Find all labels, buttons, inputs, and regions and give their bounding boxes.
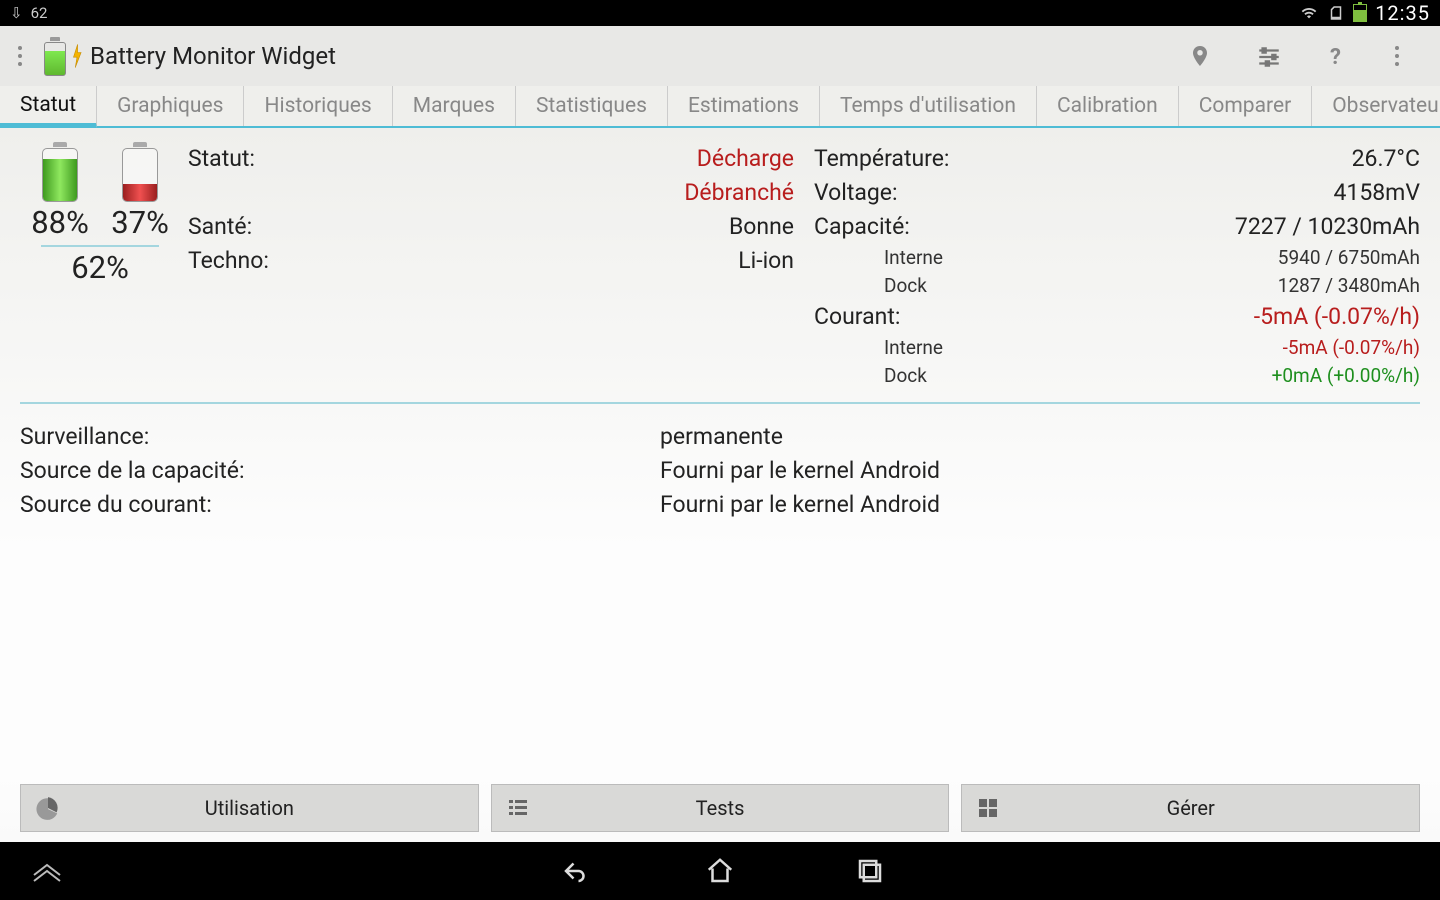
overflow-menu-icon[interactable] xyxy=(1392,44,1416,68)
utilisation-button[interactable]: Utilisation xyxy=(20,784,479,832)
value-plug: Débranché xyxy=(684,176,794,210)
expand-icon[interactable] xyxy=(30,859,64,883)
android-nav-bar xyxy=(0,842,1440,900)
value-sante: Bonne xyxy=(729,210,794,244)
value-capacite: 7227 / 10230mAh xyxy=(1235,210,1420,244)
tab-historiques[interactable]: Historiques xyxy=(244,86,392,126)
value-source-courant: Fourni par le kernel Android xyxy=(660,488,1420,522)
nav-home-button[interactable] xyxy=(705,856,735,886)
content-area: 88% 37% 62% Statut: Décharge Débranché Sa… xyxy=(0,128,1440,776)
value-techno: Li-ion xyxy=(738,244,794,278)
download-icon: ⇩ xyxy=(10,4,23,22)
label-capacite-dock: Dock xyxy=(884,272,927,300)
label-surveillance: Surveillance: xyxy=(20,420,660,454)
tab-bar: Statut Graphiques Historiques Marques St… xyxy=(0,86,1440,128)
label-courant-interne: Interne xyxy=(884,334,943,362)
tab-observateur[interactable]: Observateur xyxy=(1312,86,1440,126)
list-icon xyxy=(506,796,530,820)
label-courant: Courant: xyxy=(814,300,900,334)
tab-marques[interactable]: Marques xyxy=(393,86,516,126)
label-source-courant: Source du courant: xyxy=(20,488,660,522)
info-column-right: Température: 26.7°C Voltage: 4158mV Capaci… xyxy=(804,142,1420,390)
location-icon[interactable] xyxy=(1188,44,1212,68)
value-voltage: 4158mV xyxy=(1333,176,1420,210)
app-icon xyxy=(44,36,72,76)
grid-icon xyxy=(976,796,1000,820)
info-column-left: Statut: Décharge Débranché Santé: Bonne Te… xyxy=(188,142,804,390)
tab-statut[interactable]: Statut xyxy=(0,86,97,128)
nav-back-button[interactable] xyxy=(555,856,585,886)
value-courant: -5mA (-0.07%/h) xyxy=(1254,300,1420,334)
batteries-summary: 88% 37% 62% xyxy=(20,142,180,286)
label-statut: Statut: xyxy=(188,142,255,176)
value-capacite-dock: 1287 / 3480mAh xyxy=(1278,272,1420,300)
tab-comparer[interactable]: Comparer xyxy=(1179,86,1312,126)
label-source-capacite: Source de la capacité: xyxy=(20,454,660,488)
label-capacite: Capacité: xyxy=(814,210,910,244)
battery-charging-icon xyxy=(1353,4,1367,22)
status-temp: 62 xyxy=(31,4,48,22)
menu-dots-icon[interactable] xyxy=(10,36,30,76)
sim-icon xyxy=(1327,4,1345,22)
battery2-percent: 37% xyxy=(111,204,169,241)
help-icon[interactable]: ? xyxy=(1324,44,1348,68)
bottom-info: Surveillance:permanente Source de la cap… xyxy=(20,414,1420,522)
tab-estimations[interactable]: Estimations xyxy=(668,86,820,126)
label-sante: Santé: xyxy=(188,210,252,244)
settings-sliders-icon[interactable] xyxy=(1256,44,1280,68)
tab-temps-utilisation[interactable]: Temps d'utilisation xyxy=(820,86,1037,126)
battery2-icon xyxy=(120,142,160,202)
lightning-icon xyxy=(70,39,84,73)
value-courant-dock: +0mA (+0.00%/h) xyxy=(1272,362,1420,390)
value-capacite-interne: 5940 / 6750mAh xyxy=(1278,244,1420,272)
tests-label: Tests xyxy=(696,796,745,820)
clock: 12:35 xyxy=(1375,1,1430,25)
value-courant-interne: -5mA (-0.07%/h) xyxy=(1283,334,1420,362)
value-statut: Décharge xyxy=(697,142,794,176)
svg-text:?: ? xyxy=(1330,45,1341,68)
tab-calibration[interactable]: Calibration xyxy=(1037,86,1179,126)
tab-graphiques[interactable]: Graphiques xyxy=(97,86,244,126)
wifi-icon xyxy=(1299,5,1319,21)
label-techno: Techno: xyxy=(188,244,269,278)
label-voltage: Voltage: xyxy=(814,176,898,210)
bottom-button-bar: Utilisation Tests Gérer xyxy=(0,776,1440,842)
tests-button[interactable]: Tests xyxy=(491,784,950,832)
nav-recent-button[interactable] xyxy=(855,856,885,886)
utilisation-label: Utilisation xyxy=(205,796,294,820)
battery1-percent: 88% xyxy=(31,204,89,241)
app-title: Battery Monitor Widget xyxy=(90,42,336,70)
label-capacite-interne: Interne xyxy=(884,244,943,272)
battery1-icon xyxy=(40,142,80,202)
label-courant-dock: Dock xyxy=(884,362,927,390)
gerer-label: Gérer xyxy=(1167,796,1215,820)
pie-chart-icon xyxy=(35,795,61,821)
label-temperature: Température: xyxy=(814,142,950,176)
tab-statistiques[interactable]: Statistiques xyxy=(516,86,668,126)
value-source-capacite: Fourni par le kernel Android xyxy=(660,454,1420,488)
value-surveillance: permanente xyxy=(660,420,1420,454)
gerer-button[interactable]: Gérer xyxy=(961,784,1420,832)
battery-total-percent: 62% xyxy=(41,245,159,286)
action-bar: Battery Monitor Widget ? xyxy=(0,26,1440,86)
android-status-bar: ⇩ 62 12:35 xyxy=(0,0,1440,26)
value-temperature: 26.7°C xyxy=(1352,142,1420,176)
